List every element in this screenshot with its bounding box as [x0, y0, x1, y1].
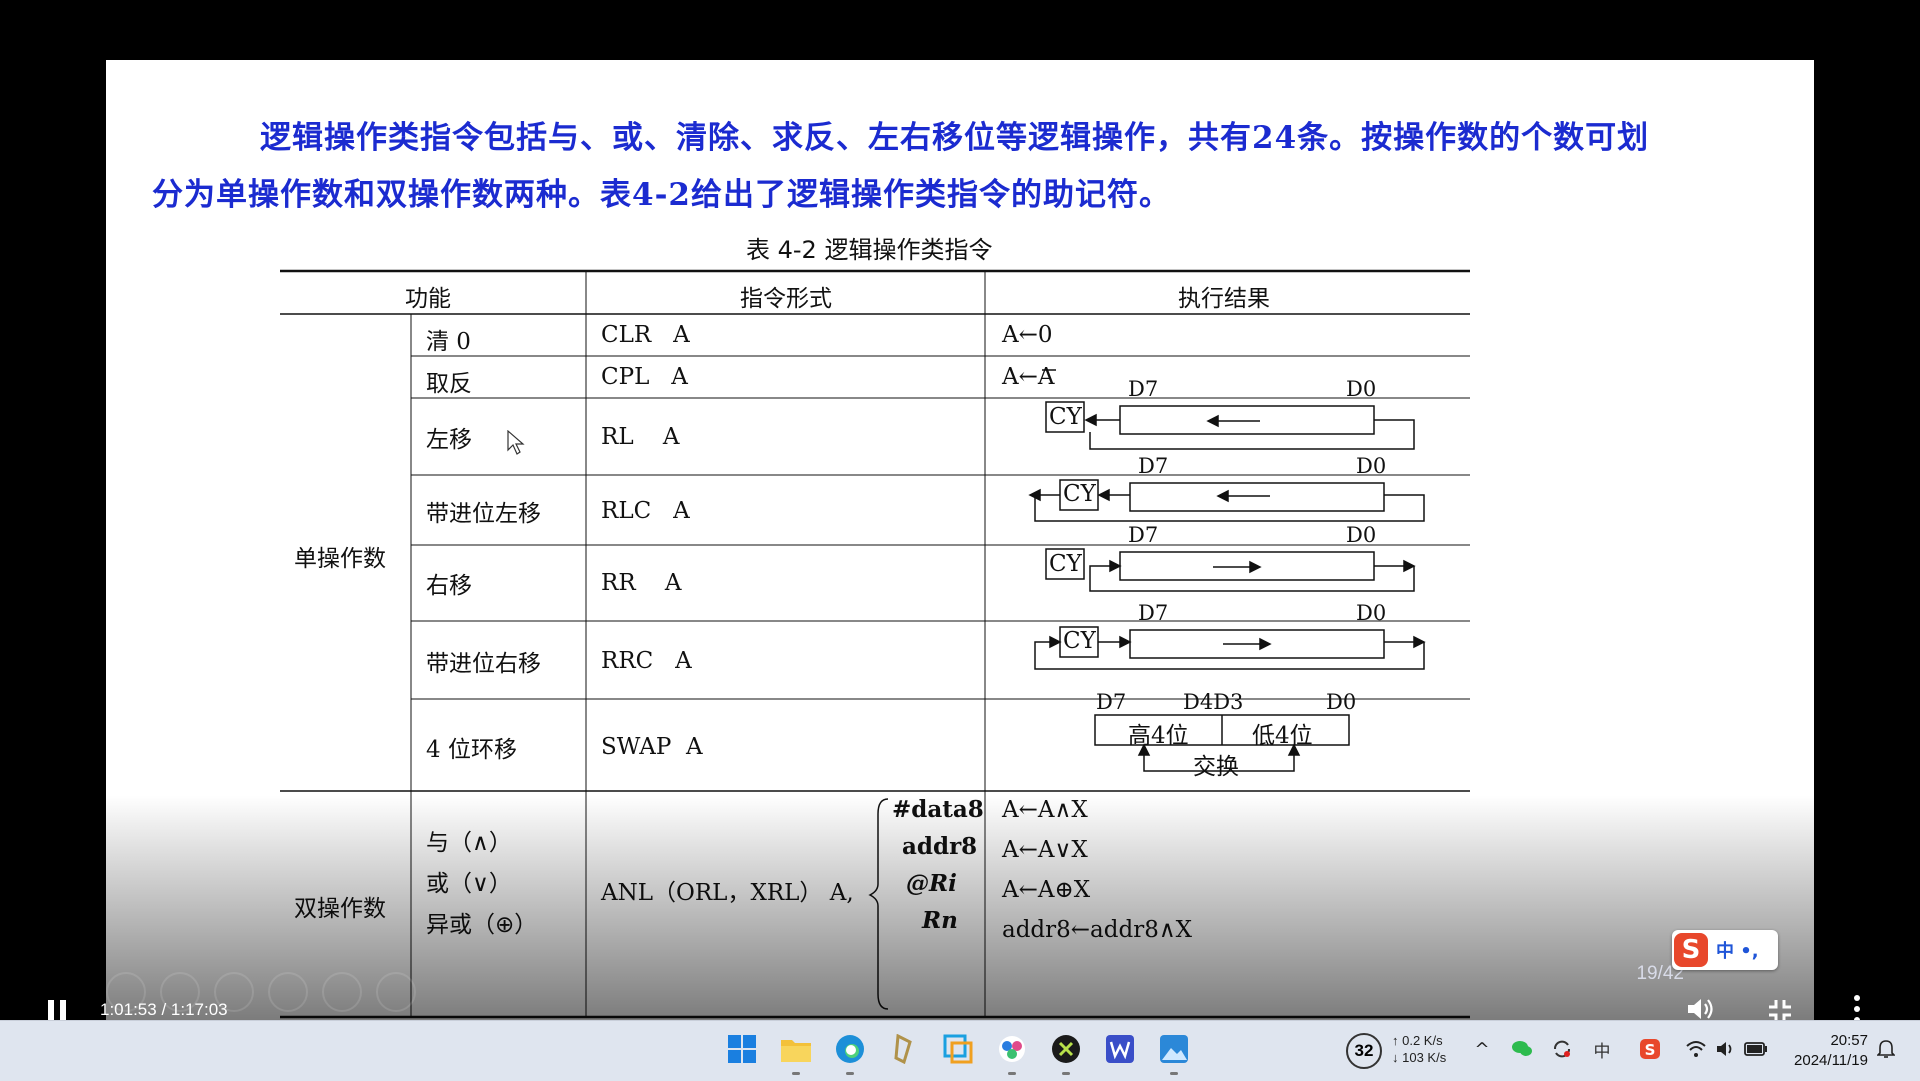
header-instruction: 指令形式	[740, 286, 832, 312]
row-instr-clr: CLR A	[601, 322, 690, 348]
file-explorer-icon[interactable]	[776, 1029, 816, 1075]
net-up: ↑ 0.2 K/s	[1392, 1033, 1443, 1048]
group-single: 单操作数	[294, 546, 386, 572]
double-func-xor: 异或（⊕）	[426, 912, 538, 938]
operand-data8: #data8	[892, 796, 984, 823]
row-func-rrc: 带进位右移	[426, 651, 541, 677]
windows-start-icon[interactable]	[722, 1029, 762, 1069]
notification-bell-icon[interactable]	[1866, 1029, 1906, 1069]
double-instr: ANL（ORL，XRL） A,	[601, 880, 854, 906]
row-func-swap: 4 位环移	[426, 737, 517, 763]
double-func-and: 与（∧）	[426, 830, 512, 856]
battery-icon[interactable]	[1736, 1029, 1776, 1069]
rr-diagram	[1045, 548, 1416, 592]
chevron-up-icon[interactable]: ^	[1462, 1029, 1502, 1069]
net-down: ↓ 103 K/s	[1392, 1050, 1447, 1065]
row-func-rr: 右移	[426, 573, 472, 599]
row-instr-rlc: RLC A	[601, 498, 690, 524]
group-double: 双操作数	[294, 896, 386, 922]
app-cloud-icon[interactable]	[992, 1029, 1032, 1075]
pause-button[interactable]	[48, 1000, 70, 1022]
row-func-rlc: 带进位左移	[426, 501, 541, 527]
row-func-clr: 清 0	[426, 329, 471, 355]
ime-toolbar[interactable]: S 中 •,	[1672, 930, 1778, 970]
row-result-cpl-text: A←	[1002, 364, 1038, 390]
rr-d0: D0	[1346, 523, 1377, 547]
row-result-cpl: A←A	[1002, 364, 1055, 390]
clock-time: 20:57	[1830, 1032, 1868, 1049]
rl-d0: D0	[1346, 377, 1377, 401]
double-result-xor: A←A⊕X	[1002, 877, 1091, 903]
volume-icon[interactable]	[1686, 996, 1716, 1022]
slide: 逻辑操作类指令包括与、或、清除、求反、左右移位等逻辑操作，共有24条。按操作数的…	[106, 60, 1814, 1035]
operand-addr8: addr8	[902, 833, 978, 860]
double-result-and: A←A∧X	[1002, 797, 1088, 823]
row-instr-rr: RR A	[601, 570, 682, 596]
rrc-cy: CY	[1063, 628, 1096, 654]
row-func-rl: 左移	[426, 427, 472, 453]
swap-exchange: 交换	[1193, 754, 1239, 780]
tray-badge[interactable]: 32	[1346, 1033, 1382, 1069]
row-func-cpl: 取反	[426, 371, 472, 397]
rrc-d0: D0	[1356, 601, 1387, 625]
input-method-icon[interactable]: 中	[1582, 1029, 1622, 1069]
ghost-tool-5-icon[interactable]	[322, 972, 362, 1012]
swap-high: 高4位	[1128, 723, 1189, 749]
rl-d7: D7	[1128, 377, 1159, 401]
double-result-or: A←A∨X	[1002, 837, 1088, 863]
playback-time: 1:01:53 / 1:17:03	[100, 1000, 228, 1019]
wechat-icon[interactable]	[1502, 1029, 1542, 1069]
intro-line-1: 逻辑操作类指令包括与、或、清除、求反、左右移位等逻辑操作，共有24条。按操作数的…	[260, 120, 1650, 156]
row-result-clr: A←0	[1002, 322, 1053, 348]
sogou-tray-icon[interactable]: S	[1630, 1029, 1670, 1069]
operand-rn: Rn	[922, 907, 958, 934]
network-speed: ↑ 0.2 K/s ↓ 103 K/s	[1392, 1032, 1446, 1066]
rrc-d7: D7	[1138, 601, 1169, 625]
svg-text:S: S	[1645, 1041, 1656, 1059]
rl-cy: CY	[1049, 404, 1082, 430]
row-instr-cpl: CPL A	[601, 364, 688, 390]
sync-icon[interactable]	[1542, 1029, 1582, 1069]
rlc-d0: D0	[1356, 454, 1387, 478]
sogou-logo-icon[interactable]: S	[1674, 933, 1708, 967]
app-pen-icon[interactable]	[884, 1029, 924, 1069]
clock[interactable]: 20:57 2024/11/19	[1794, 1031, 1868, 1071]
taskbar: 32 ↑ 0.2 K/s ↓ 103 K/s ^ 中 S 20:57 2024/…	[0, 1020, 1920, 1081]
swap-d7: D7	[1096, 690, 1127, 714]
rl-diagram	[1045, 401, 1415, 450]
header-function: 功能	[405, 286, 451, 312]
clock-date: 2024/11/19	[1794, 1052, 1868, 1069]
rr-d7: D7	[1128, 523, 1159, 547]
row-instr-rrc: RRC A	[601, 648, 692, 674]
app-window-icon[interactable]	[938, 1029, 978, 1069]
header-result: 执行结果	[1178, 286, 1270, 312]
app-photos-icon[interactable]	[1154, 1029, 1194, 1075]
rlc-d7: D7	[1138, 454, 1169, 478]
edge-browser-icon[interactable]	[830, 1029, 870, 1075]
table-caption: 表 4-2 逻辑操作类指令	[746, 236, 993, 264]
ime-mode[interactable]: 中 •,	[1716, 937, 1759, 963]
rr-cy: CY	[1049, 551, 1082, 577]
rlc-cy: CY	[1063, 481, 1096, 507]
intro-paragraph: 逻辑操作类指令包括与、或、清除、求反、左右移位等逻辑操作，共有24条。按操作数的…	[152, 110, 1766, 224]
operand-ri: @Ri	[906, 870, 957, 897]
swap-d4d3: D4D3	[1183, 690, 1244, 714]
intro-line-2: 分为单操作数和双操作数两种。表4-2给出了逻辑操作类指令的助记符。	[152, 177, 1172, 213]
swap-d0: D0	[1326, 690, 1357, 714]
app-media-icon[interactable]	[1046, 1029, 1086, 1075]
ghost-tool-6-icon[interactable]	[376, 972, 416, 1012]
double-func-or: 或（∨）	[426, 871, 512, 897]
row-result-cpl-bar: A	[1037, 364, 1055, 390]
swap-low: 低4位	[1252, 723, 1313, 749]
double-result-addr8: addr8←addr8∧X	[1002, 917, 1193, 943]
row-instr-rl: RL A	[601, 424, 680, 450]
instruction-table: 功能 指令形式 执行结果 单操作数 双操作数 清 0 CLR A A←0 取反 …	[280, 269, 1470, 1019]
mouse-cursor-icon	[507, 430, 525, 455]
operand-brace	[868, 798, 889, 1010]
row-instr-swap: SWAP A	[601, 734, 703, 760]
ghost-tool-4-icon[interactable]	[268, 972, 308, 1012]
app-w-icon[interactable]	[1100, 1029, 1140, 1069]
